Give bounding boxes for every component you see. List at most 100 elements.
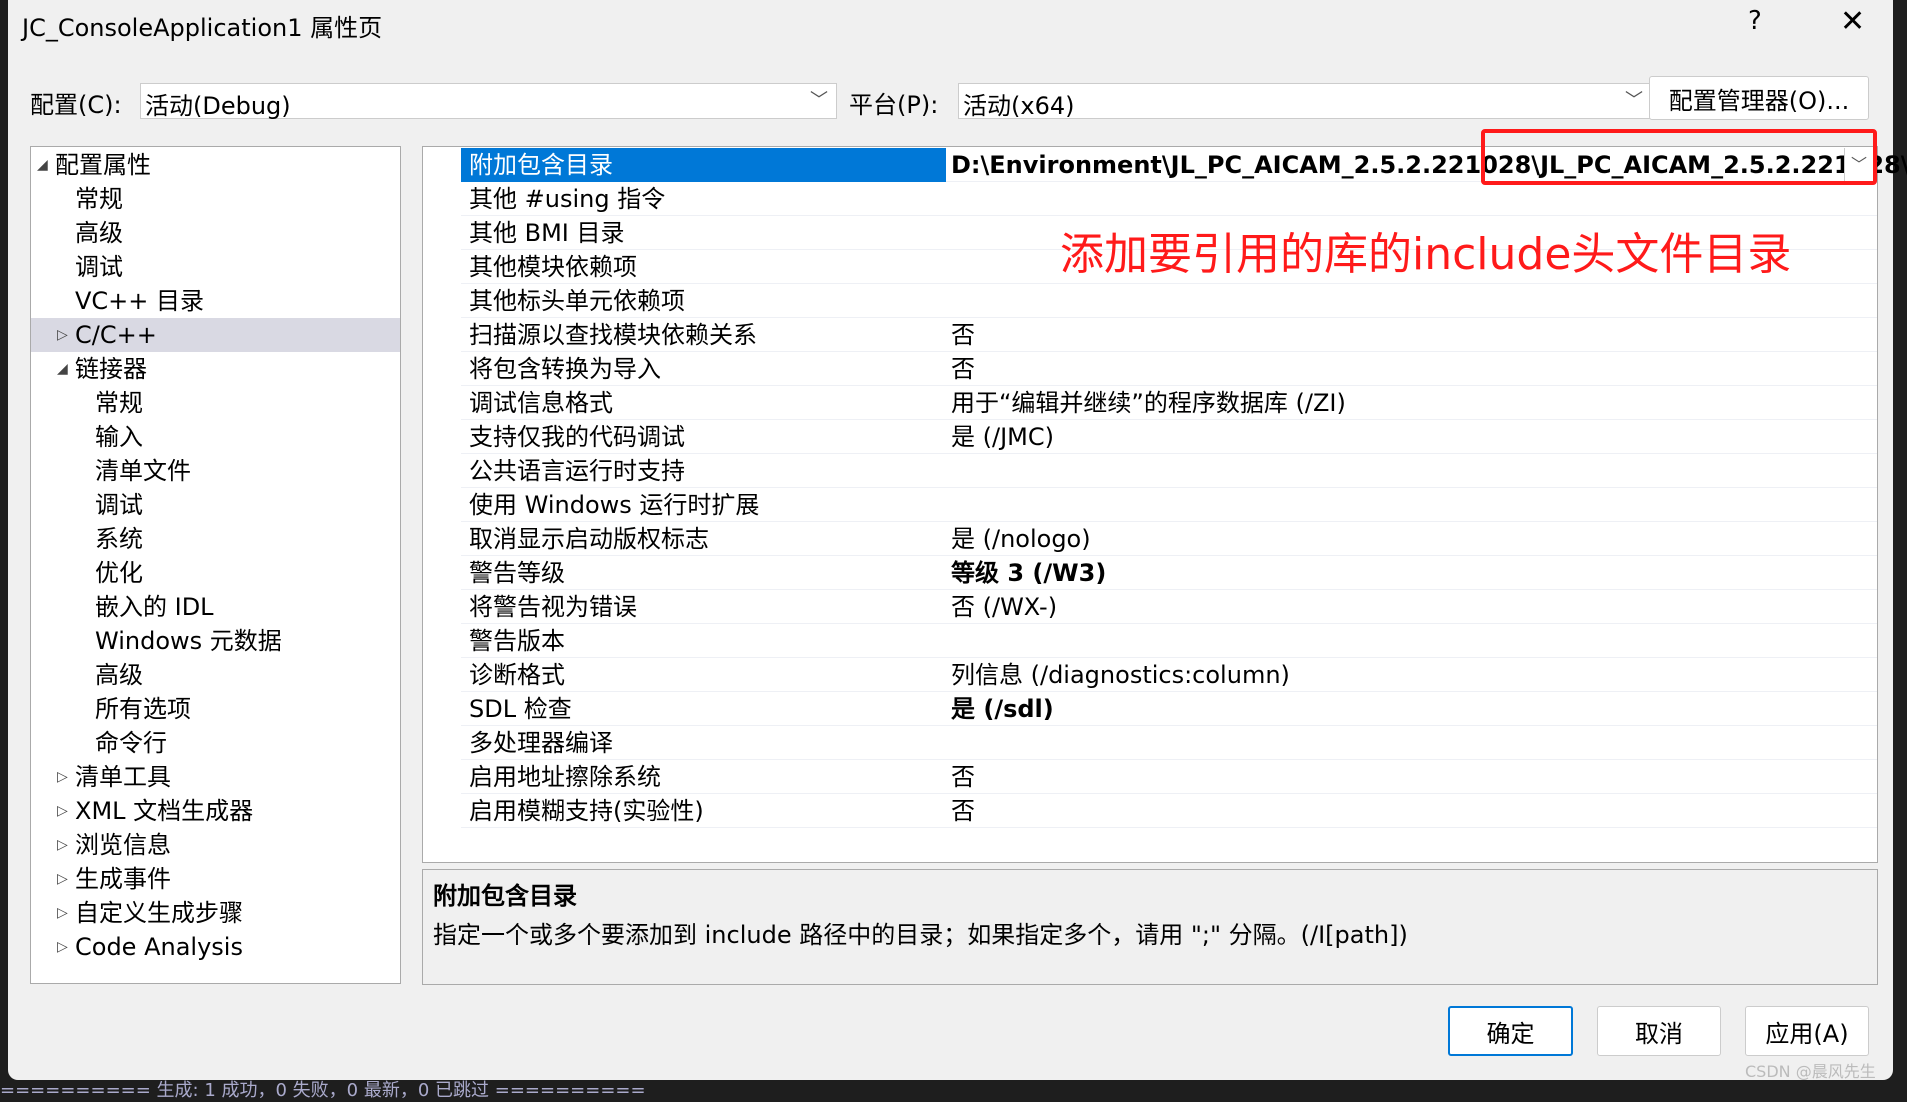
platform-dropdown[interactable]: 活动(x64) ﹀ [958,83,1652,120]
tree-item[interactable]: 嵌入的 IDL [31,590,400,624]
tree-item-label: 常规 [95,389,143,417]
property-value[interactable]: 是 (/JMC) [951,420,1054,454]
configuration-manager-button[interactable]: 配置管理器(O)... [1649,76,1869,120]
property-name: 警告等级 [469,559,565,587]
expand-arrow-icon[interactable]: ▷ [57,862,68,896]
description-text: 指定一个或多个要添加到 include 路径中的目录；如果指定多个，请用 ";"… [433,921,1408,949]
tree-item[interactable]: ◢ 配置属性 [31,148,400,182]
tree-item[interactable]: 高级 [31,658,400,692]
tree-item[interactable]: Windows 元数据 [31,624,400,658]
property-row[interactable]: 将警告视为错误 否 (/WX-) [461,590,1877,624]
expand-arrow-icon[interactable]: ▷ [57,318,68,352]
property-value[interactable]: 否 [951,352,975,386]
tree-item[interactable]: ▷ 生成事件 [31,862,400,896]
tree-item[interactable]: ▷ C/C++ [31,318,400,352]
tree-item[interactable]: VC++ 目录 [31,284,400,318]
property-name: 公共语言运行时支持 [469,457,685,485]
expand-arrow-icon[interactable]: ▷ [57,896,68,930]
tree-item[interactable]: 命令行 [31,726,400,760]
tree-item[interactable]: 调试 [31,250,400,284]
tree-item-label: 链接器 [75,355,147,383]
chevron-down-icon: ﹀ [810,90,828,111]
expand-arrow-icon[interactable]: ▷ [57,794,68,828]
tree-item[interactable]: ▷ 清单工具 [31,760,400,794]
property-row[interactable]: 警告等级 等级 3 (/W3) [461,556,1877,590]
tree-item[interactable]: 调试 [31,488,400,522]
collapse-arrow-icon[interactable]: ◢ [37,148,48,182]
property-name: 取消显示启动版权标志 [469,525,709,553]
ok-button[interactable]: 确定 [1448,1006,1573,1056]
property-row[interactable]: SDL 检查 是 (/sdl) [461,692,1877,726]
property-value[interactable]: 是 (/nologo) [951,522,1091,556]
description-panel: 附加包含目录 指定一个或多个要添加到 include 路径中的目录；如果指定多个… [422,869,1878,985]
cancel-button[interactable]: 取消 [1597,1006,1721,1056]
property-name: 将警告视为错误 [469,593,637,621]
property-tree[interactable]: ◢ 配置属性 常规 高级 调试 VC++ 目录 ▷ C/C++ ◢ 链接器 常规 输入 清单文件 调试 系统… [30,146,401,984]
tree-item[interactable]: ◢ 链接器 [31,352,400,386]
property-value[interactable]: 否 [951,760,975,794]
property-row[interactable]: 启用模糊支持(实验性) 否 [461,794,1877,828]
tree-item-label: 清单工具 [75,763,171,791]
property-value[interactable]: 等级 3 (/W3) [951,556,1106,590]
property-row[interactable]: 扫描源以查找模块依赖关系 否 [461,318,1877,352]
property-row[interactable]: 警告版本 [461,624,1877,658]
property-row[interactable]: 使用 Windows 运行时扩展 [461,488,1877,522]
property-row[interactable]: 诊断格式 列信息 (/diagnostics:column) [461,658,1877,692]
tree-item[interactable]: 清单文件 [31,454,400,488]
configuration-dropdown[interactable]: 活动(Debug) ﹀ [140,83,837,120]
property-pages-dialog: JC_ConsoleApplication1 属性页 ? ✕ 配置(C): 活动… [8,0,1907,1080]
configuration-value: 活动(Debug) [145,92,291,120]
property-name: 使用 Windows 运行时扩展 [469,491,760,519]
property-name: 调试信息格式 [469,389,613,417]
property-name: 其他 BMI 目录 [469,219,625,247]
tree-item[interactable]: ▷ XML 文档生成器 [31,794,400,828]
tree-item-label: 清单文件 [95,457,191,485]
tree-item-label: 自定义生成步骤 [75,899,243,927]
property-name: 支持仅我的代码调试 [469,423,685,451]
tree-item-label: Windows 元数据 [95,627,282,655]
expand-arrow-icon[interactable]: ▷ [57,930,68,964]
property-value[interactable]: 列信息 (/diagnostics:column) [951,658,1290,692]
tree-item[interactable]: 所有选项 [31,692,400,726]
property-row[interactable]: 其他标头单元依赖项 [461,284,1877,318]
tree-item[interactable]: 常规 [31,182,400,216]
property-row[interactable]: 取消显示启动版权标志 是 (/nologo) [461,522,1877,556]
property-name: 启用模糊支持(实验性) [469,797,704,825]
property-row[interactable]: 调试信息格式 用于“编辑并继续”的程序数据库 (/ZI) [461,386,1877,420]
property-name: 将包含转换为导入 [469,355,661,383]
property-value[interactable]: 否 (/WX-) [951,590,1057,624]
apply-button[interactable]: 应用(A) [1745,1006,1869,1056]
tree-item[interactable]: 优化 [31,556,400,590]
tree-item-label: XML 文档生成器 [75,797,254,825]
tree-item[interactable]: 系统 [31,522,400,556]
property-value[interactable]: 是 (/sdl) [951,692,1054,726]
output-window-text: ========== 生成: 1 成功，0 失败，0 最新，0 已跳过 ====… [0,1080,646,1101]
expand-arrow-icon[interactable]: ▷ [57,828,68,862]
configuration-label: 配置(C): [30,91,122,119]
highlight-box [1481,129,1877,185]
property-row[interactable]: 将包含转换为导入 否 [461,352,1877,386]
property-value[interactable]: 否 [951,318,975,352]
tree-item[interactable]: ▷ 浏览信息 [31,828,400,862]
property-value[interactable]: 用于“编辑并继续”的程序数据库 (/ZI) [951,386,1346,420]
expand-arrow-icon[interactable]: ▷ [57,760,68,794]
property-name: 扫描源以查找模块依赖关系 [469,321,757,349]
collapse-arrow-icon[interactable]: ◢ [57,352,68,386]
tree-item-label: 调试 [75,253,123,281]
tree-item[interactable]: 常规 [31,386,400,420]
property-row[interactable]: 公共语言运行时支持 [461,454,1877,488]
tree-item[interactable]: 高级 [31,216,400,250]
tree-item-label: 浏览信息 [75,831,171,859]
tree-item[interactable]: ▷ Code Analysis [31,930,400,964]
property-value[interactable]: 否 [951,794,975,828]
property-row[interactable]: 其他 #using 指令 [461,182,1877,216]
property-row[interactable]: 启用地址擦除系统 否 [461,760,1877,794]
property-row[interactable]: 支持仅我的代码调试 是 (/JMC) [461,420,1877,454]
property-row[interactable]: 多处理器编译 [461,726,1877,760]
tree-item[interactable]: ▷ 自定义生成步骤 [31,896,400,930]
help-button[interactable]: ? [1748,6,1762,36]
close-button[interactable]: ✕ [1840,4,1865,39]
annotation-text: 添加要引用的库的include头文件目录 [1060,229,1792,280]
property-name: 启用地址擦除系统 [469,763,661,791]
tree-item[interactable]: 输入 [31,420,400,454]
